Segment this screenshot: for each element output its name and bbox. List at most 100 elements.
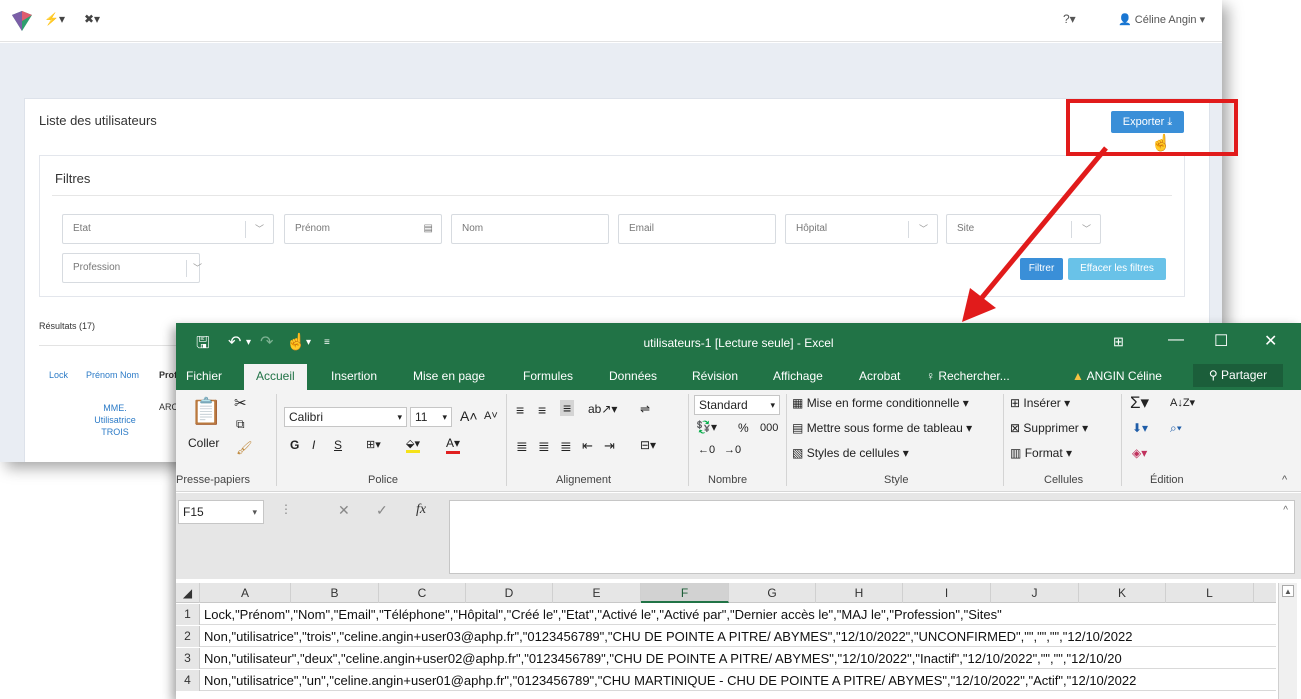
etat-select[interactable]: Etat ﹀ [62,214,274,244]
cancel-entry-icon[interactable]: ✕ [338,502,350,519]
scroll-up-icon[interactable]: ▲ [1282,585,1294,597]
column-header-l[interactable]: L [1166,583,1254,603]
row-header[interactable]: 4 [176,670,200,691]
help-menu-icon[interactable]: ?▾ [1063,12,1076,26]
tab-acrobat[interactable]: Acrobat [859,369,900,383]
tab-fichier[interactable]: Fichier [186,369,222,383]
nom-input[interactable]: Nom [451,214,609,244]
tab-donnees[interactable]: Données [609,369,657,383]
bold-button[interactable]: G [290,438,299,452]
increase-font-icon[interactable]: A˄ [460,408,478,424]
account-name[interactable]: ▲ ANGIN Céline [1072,369,1162,383]
insert-function-icon[interactable]: fx [416,502,426,518]
conditional-format-button[interactable]: ▦ Mise en forme conditionnelle ▾ [792,396,969,410]
align-bottom-icon[interactable]: ≡ [560,400,575,416]
column-header-c[interactable]: C [379,583,466,603]
prenom-input[interactable]: Prénom ▤ [284,214,442,244]
column-header-e[interactable]: E [553,583,641,603]
expand-formula-icon[interactable]: ^ [1283,505,1288,516]
decrease-decimal-icon[interactable]: →0 [724,444,741,456]
align-top-icon[interactable]: ≡ [516,402,524,418]
column-header-lock[interactable]: Lock [49,370,68,380]
paste-button[interactable]: Coller [188,436,219,450]
decrease-indent-icon[interactable]: ⇤ [582,438,593,454]
cell-a1[interactable]: Lock,"Prénom","Nom","Email","Téléphone",… [204,607,1274,622]
row-header[interactable]: 3 [176,648,200,669]
email-input[interactable]: Email [618,214,776,244]
user-menu[interactable]: 👤 Céline Angin ▾ [1118,13,1205,26]
column-header-b[interactable]: B [291,583,379,603]
tab-accueil[interactable]: Accueil [244,364,307,390]
currency-icon[interactable]: 💱▾ [696,420,717,434]
percent-button[interactable]: % [738,421,749,435]
wrap-text-icon[interactable]: ⇌ [640,402,650,416]
row-header[interactable]: 2 [176,626,200,647]
tools-menu-icon[interactable]: ✖▾ [84,12,100,26]
user-name-link[interactable]: MME. Utilisatrice TROIS [83,402,147,438]
merge-cells-icon[interactable]: ⊟▾ [640,438,656,452]
thousands-button[interactable]: 000 [760,422,778,434]
column-header-h[interactable]: H [816,583,903,603]
align-left-icon[interactable]: ≣ [516,438,528,455]
insert-cells-button[interactable]: ⊞ Insérer ▾ [1010,396,1070,410]
paste-icon[interactable]: 📋 [190,396,222,427]
column-header-g[interactable]: G [729,583,816,603]
tab-revision[interactable]: Révision [692,369,738,383]
align-right-icon[interactable]: ≣ [560,438,572,455]
tab-affichage[interactable]: Affichage [773,369,823,383]
align-center-icon[interactable]: ≣ [538,438,550,455]
tab-mise-en-page[interactable]: Mise en page [413,369,485,383]
orientation-icon[interactable]: ab↗▾ [588,402,617,416]
profession-select[interactable]: Profession ﹀ [62,253,202,283]
select-all-corner[interactable]: ◢ [176,583,200,603]
fill-color-icon[interactable]: ⬙▾ [406,437,420,453]
autosum-icon[interactable]: Σ▾ [1130,393,1149,413]
underline-button[interactable]: S [334,438,342,452]
cell-a2[interactable]: Non,"utilisatrice","trois","celine.angin… [204,629,1274,644]
tab-insertion[interactable]: Insertion [331,369,377,383]
font-name-select[interactable]: Calibri ▾ [284,407,407,427]
cell-styles-button[interactable]: ▧ Styles de cellules ▾ [792,446,909,460]
minimize-icon[interactable]: — [1168,331,1184,349]
align-middle-icon[interactable]: ≡ [538,402,546,418]
app-logo-icon[interactable] [12,11,32,31]
name-box[interactable]: F15 ▾ [178,500,264,524]
maximize-icon[interactable]: ☐ [1214,331,1228,351]
tab-formules[interactable]: Formules [523,369,573,383]
delete-cells-button[interactable]: ⊠ Supprimer ▾ [1010,421,1088,435]
italic-button[interactable]: I [312,438,315,452]
column-header-j[interactable]: J [991,583,1079,603]
font-size-select[interactable]: 11 ▾ [410,407,452,427]
share-button[interactable]: ⚲ Partager [1193,364,1283,387]
ribbon-display-icon[interactable]: ⊞ [1113,334,1124,350]
decrease-font-icon[interactable]: A˅ [484,410,498,422]
number-format-select[interactable]: Standard ▾ [694,395,780,415]
collapse-ribbon-icon[interactable]: ^ [1282,474,1287,486]
row-header[interactable]: 1 [176,604,200,625]
vertical-scrollbar[interactable]: ▲ [1278,583,1297,699]
copy-icon[interactable]: ⧉ [236,417,245,432]
column-header-a[interactable]: A [200,583,291,603]
column-header-f[interactable]: F [641,583,729,603]
site-select[interactable]: Site ﹀ [946,214,1101,244]
sort-filter-icon[interactable]: A↓Z▾ [1170,396,1195,409]
close-icon[interactable]: ✕ [1264,331,1277,351]
format-painter-icon[interactable]: 🖌 [236,440,253,456]
cell-a4[interactable]: Non,"utilisatrice","un","celine.angin+us… [204,673,1274,688]
formula-input[interactable]: ^ [449,500,1295,574]
increase-decimal-icon[interactable]: ←0 [698,444,715,456]
column-header-k[interactable]: K [1079,583,1166,603]
column-header-i[interactable]: I [903,583,991,603]
search-box[interactable]: ♀ Rechercher... [926,369,1010,383]
borders-icon[interactable]: ⊞▾ [366,438,381,451]
cell-a3[interactable]: Non,"utilisateur","deux","celine.angin+u… [204,651,1274,666]
filter-button[interactable]: Filtrer [1020,258,1063,280]
clear-filters-button[interactable]: Effacer les filtres [1068,258,1166,280]
confirm-entry-icon[interactable]: ✓ [376,502,388,519]
find-icon[interactable]: ⌕▾ [1170,421,1182,436]
table-format-button[interactable]: ▤ Mettre sous forme de tableau ▾ [792,421,972,435]
fill-icon[interactable]: ⬇▾ [1132,421,1148,435]
hopital-select[interactable]: Hôpital ﹀ [785,214,938,244]
format-cells-button[interactable]: ▥ Format ▾ [1010,446,1072,460]
bolt-menu-icon[interactable]: ⚡▾ [44,12,65,26]
